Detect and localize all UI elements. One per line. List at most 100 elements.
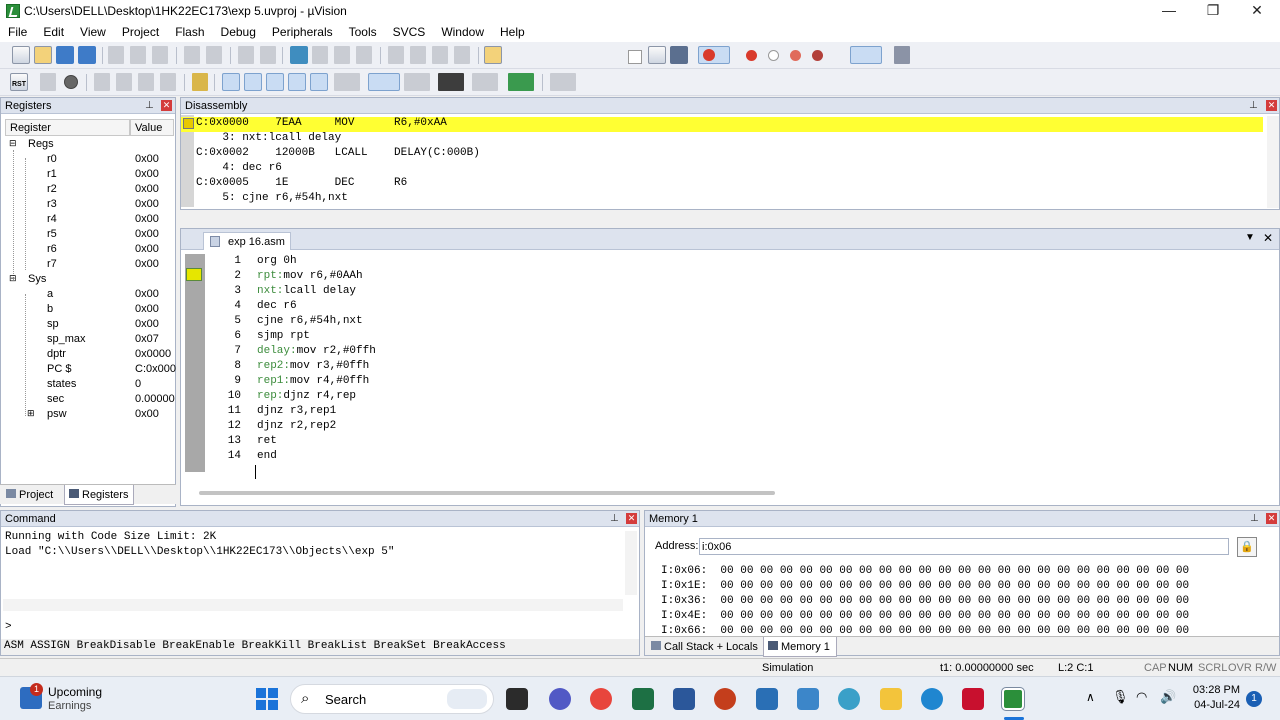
disassembly-line[interactable]: 5: cjne r6,#54h,nxt [196,192,347,207]
redo-icon[interactable] [206,46,222,64]
chevron-down-icon[interactable]: ▼ [1245,232,1255,243]
unindent-icon[interactable] [410,46,426,64]
insert-breakpoint-icon[interactable] [746,50,757,61]
register-row[interactable]: r2 0x00 [1,183,175,198]
tab-project[interactable]: Project [6,485,62,505]
settings-app-icon[interactable] [838,688,860,710]
register-row[interactable]: r3 0x00 [1,198,175,213]
calculator-icon[interactable] [756,688,778,710]
nav-back-icon[interactable] [238,46,254,64]
find-in-files-icon[interactable] [484,46,502,64]
microphone-icon[interactable]: 🎙 [1112,689,1129,705]
menu-window[interactable]: Window [433,22,492,42]
code-line[interactable]: org 0h [257,255,297,267]
register-row[interactable]: b 0x00 [1,303,175,318]
word-icon[interactable] [673,688,695,710]
close-icon[interactable]: ✕ [161,100,172,111]
disassembly-window-icon[interactable] [244,73,262,91]
clear-bookmarks-icon[interactable] [356,46,372,64]
clock-time[interactable]: 03:28 PM [1192,684,1240,696]
disassembly-line[interactable]: 3: nxt:lcall delay [196,132,341,147]
next-bookmark-icon[interactable] [334,46,350,64]
tab-registers[interactable]: Registers [64,485,134,505]
kill-breakpoints-icon[interactable] [812,50,823,61]
menu-file[interactable]: File [0,22,35,42]
disassembly-line[interactable]: C:0x0000 7EAA MOV R6,#0xAA [196,117,447,132]
register-row[interactable]: sp_max 0x07 [1,333,175,348]
memory-row[interactable]: I:0x36: 00 00 00 00 00 00 00 00 00 00 00… [661,595,1189,607]
register-row[interactable]: states 0 [1,378,175,393]
close-icon[interactable]: ✕ [626,513,637,524]
code-line[interactable]: rep1:mov r4,#0ffh [257,375,369,387]
minimize-button[interactable]: — [1146,0,1192,22]
code-line[interactable]: djnz r3,rep1 [257,405,336,417]
register-row[interactable]: a 0x00 [1,288,175,303]
menu-tools[interactable]: Tools [341,22,385,42]
collapse-icon[interactable]: ⊟ [9,273,17,284]
tree-node-sys[interactable]: ⊟ Sys [1,273,175,288]
edge-icon[interactable] [921,688,943,710]
register-column-header[interactable]: Register [5,119,130,136]
memory-row[interactable]: I:0x06: 00 00 00 00 00 00 00 00 00 00 00… [661,565,1189,577]
code-line[interactable]: djnz r2,rep2 [257,420,336,432]
menu-help[interactable]: Help [492,22,533,42]
disassembly-line[interactable]: 4: dec r6 [196,162,281,177]
tab-call-stack-locals[interactable]: Call Stack + Locals [649,637,761,657]
disable-breakpoints-icon[interactable] [790,50,801,61]
register-row[interactable]: r5 0x00 [1,228,175,243]
address-input[interactable]: i:0x06 [699,538,1229,555]
volume-icon[interactable]: 🔊 [1160,689,1176,705]
disassembly-scrollbar[interactable] [1267,116,1279,208]
save-icon[interactable] [56,46,74,64]
register-row[interactable]: r6 0x00 [1,243,175,258]
teams-icon[interactable] [549,688,571,710]
register-row[interactable]: sp 0x00 [1,318,175,333]
close-icon[interactable]: ✕ [1263,231,1273,245]
snipping-tool-icon[interactable] [797,688,819,710]
menu-flash[interactable]: Flash [167,22,212,42]
disassembly-line[interactable]: C:0x0002 12000B LCALL DELAY(C:000B) [196,147,480,162]
show-next-statement-icon[interactable] [192,73,208,91]
register-row[interactable]: r1 0x00 [1,168,175,183]
collapse-icon[interactable]: ⊟ [9,138,17,149]
cut-icon[interactable] [108,46,124,64]
stop-icon[interactable] [64,75,78,89]
expand-icon[interactable]: ⊞ [27,408,35,419]
taskbar-search-box[interactable]: ⌕ Search [290,684,494,714]
code-line[interactable]: rep2:mov r3,#0ffh [257,360,369,372]
wifi-icon[interactable]: ◠ [1136,689,1147,705]
step-over-icon[interactable] [116,73,132,91]
symbols-window-icon[interactable] [266,73,284,91]
widget-subtitle[interactable]: Earnings [48,700,91,712]
find-icon[interactable] [648,46,666,64]
task-view-icon[interactable] [506,688,528,710]
tab-exp16-asm[interactable]: exp 16.asm [203,232,291,250]
lock-icon[interactable]: 🔒 [1237,537,1257,557]
pin-icon[interactable]: ⊥ [1249,100,1258,111]
register-row[interactable]: PC $ C:0x000 [1,363,176,378]
register-row[interactable]: r7 0x00 [1,258,175,273]
configure-tools-icon[interactable] [894,46,910,64]
disassembly-line[interactable]: C:0x0005 1E DEC R6 [196,177,407,192]
prev-bookmark-icon[interactable] [312,46,328,64]
open-folder-icon[interactable] [34,46,52,64]
tree-node-regs[interactable]: ⊟ Regs [1,138,175,153]
nav-forward-icon[interactable] [260,46,276,64]
code-line[interactable]: end [257,450,277,462]
close-icon[interactable]: ✕ [1266,513,1277,524]
debug-settings-icon[interactable] [670,46,688,64]
editor-horizontal-scrollbar[interactable] [199,491,775,495]
memory-row[interactable]: I:0x66: 00 00 00 00 00 00 00 00 00 00 00… [661,625,1189,635]
excel-icon[interactable] [632,688,654,710]
registers-window-icon[interactable] [288,73,306,91]
maximize-button[interactable]: ❐ [1190,0,1236,22]
reset-cpu-button[interactable]: RST [10,73,28,91]
menu-project[interactable]: Project [114,22,167,42]
serial-windows-dropdown[interactable] [404,73,430,91]
clock-date[interactable]: 04-Jul-24 [1188,699,1240,711]
tab-memory-1[interactable]: Memory 1 [763,637,837,657]
uvision-taskbar-icon[interactable] [1001,687,1025,711]
start-stop-debug-button[interactable] [698,46,730,64]
menu-debug[interactable]: Debug [213,22,264,42]
register-row[interactable]: sec 0.00000 [1,393,175,408]
